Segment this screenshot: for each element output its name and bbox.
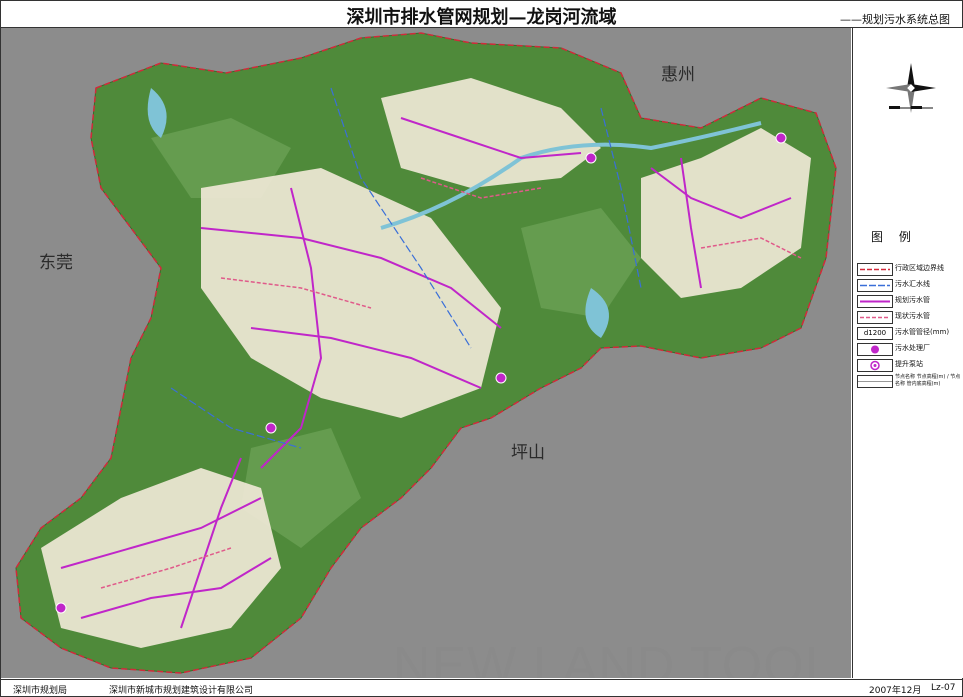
legend-item-treatment-plant: 污水处理厂 <box>857 342 961 356</box>
footer-agency: 深圳市规划局 <box>13 686 68 696</box>
legend-item-planned-pipe: 规划污水管 <box>857 294 961 308</box>
legend-label: 污水管管径(mm) <box>895 328 950 336</box>
existing-pipe-icon <box>857 311 893 324</box>
footer-company: 深圳市新城市规划建筑设计有限公司 <box>109 686 254 696</box>
treatment-plant <box>495 372 507 384</box>
footer: 深圳市规划局 深圳市新城市规划建筑设计有限公司 2007年12月 Lz-07 <box>1 679 962 697</box>
region-label-huizhou: 惠州 <box>661 65 695 85</box>
map-title: 深圳市排水管网规划—龙岗河流域 <box>346 7 617 28</box>
legend-title: 图 例 <box>871 230 917 244</box>
treatment-plant <box>55 602 67 614</box>
legend-item-boundary: 行政区域边界线 <box>857 262 961 276</box>
footer-date: 2007年12月 <box>869 686 922 696</box>
map-canvas <box>15 32 837 674</box>
planned-pipe-icon <box>857 295 893 308</box>
map-subtitle: ——规划污水系统总图 <box>840 13 950 26</box>
treatment-plant <box>585 152 597 164</box>
treatment-plant-icon <box>857 343 893 356</box>
node-annotation-icon <box>857 375 893 388</box>
treatment-plant <box>265 422 277 434</box>
boundary-line-icon <box>857 263 893 276</box>
map-area: 东莞 惠州 坪山 NEW LAND TOOL <box>1 28 851 678</box>
north-arrow-icon <box>886 63 936 113</box>
legend-item-existing-pipe: 现状污水管 <box>857 310 961 324</box>
legend-label: 提升泵站 <box>895 360 923 368</box>
footer-code: Lz-07 <box>931 683 956 693</box>
region-label-pingshan: 坪山 <box>511 443 545 463</box>
catchment-line-icon <box>857 279 893 292</box>
legend-item-catchment: 污水汇水线 <box>857 278 961 292</box>
watermark: NEW LAND TOOL <box>393 637 835 678</box>
legend-label: 行政区域边界线 <box>895 264 944 272</box>
legend-item-pump-station: 提升泵站 <box>857 358 961 372</box>
title-bar: 深圳市排水管网规划—龙岗河流域 ——规划污水系统总图 <box>1 1 962 28</box>
legend-label: 节点名称 节点高程(m) / 节点名称 管内底高程(m) <box>895 374 961 387</box>
legend-item-pipe-diameter: d1200 污水管管径(mm) <box>857 326 961 340</box>
legend-label: 污水处理厂 <box>895 344 930 352</box>
legend-label: 污水汇水线 <box>895 280 930 288</box>
legend-label: 现状污水管 <box>895 312 930 320</box>
region-label-dongguan: 东莞 <box>39 253 73 273</box>
legend-item-node-annotation: 节点名称 节点高程(m) / 节点名称 管内底高程(m) <box>857 374 961 390</box>
legend-label: 规划污水管 <box>895 296 930 304</box>
legend-panel: 图 例 行政区域边界线 污水汇水线 规划污水管 现状污水管 d1200 污水管管… <box>852 28 963 678</box>
pump-station-icon <box>857 359 893 372</box>
pipe-diameter-symbol: d1200 <box>857 327 893 340</box>
treatment-plant <box>775 132 787 144</box>
